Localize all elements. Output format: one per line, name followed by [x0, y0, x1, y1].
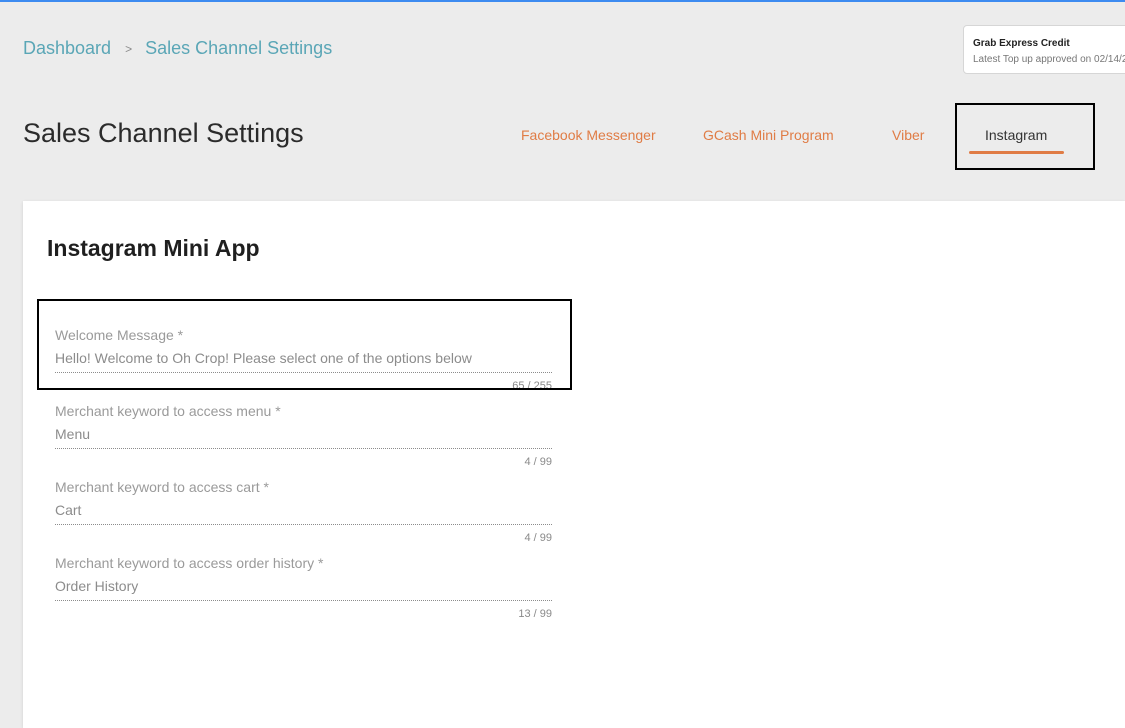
- welcome-message-highlight-box: [37, 299, 572, 390]
- tab-gcash-mini-program[interactable]: GCash Mini Program: [703, 127, 834, 143]
- order-history-keyword-label: Merchant keyword to access order history…: [55, 555, 324, 571]
- instagram-settings-card: Instagram Mini App Welcome Message * 65 …: [23, 201, 1125, 728]
- breadcrumb-dashboard-link[interactable]: Dashboard: [23, 38, 111, 59]
- menu-keyword-input[interactable]: [55, 425, 552, 443]
- card-title: Instagram Mini App: [47, 235, 260, 261]
- breadcrumb-current-link[interactable]: Sales Channel Settings: [145, 38, 332, 59]
- order-history-keyword-input[interactable]: [55, 577, 552, 595]
- menu-keyword-field: Merchant keyword to access menu * 4 / 99: [55, 403, 552, 468]
- toast-message: Latest Top up approved on 02/14/2: [973, 54, 1125, 65]
- tab-viber[interactable]: Viber: [892, 127, 924, 143]
- order-history-keyword-counter: 13 / 99: [518, 608, 552, 620]
- cart-keyword-input[interactable]: [55, 501, 552, 519]
- notification-toast[interactable]: Grab Express Credit Latest Top up approv…: [963, 25, 1125, 74]
- cart-keyword-label: Merchant keyword to access cart *: [55, 479, 269, 495]
- tab-highlight-box: [955, 103, 1095, 170]
- menu-keyword-underline: [55, 448, 552, 449]
- order-history-keyword-field: Merchant keyword to access order history…: [55, 555, 552, 620]
- menu-keyword-label: Merchant keyword to access menu *: [55, 403, 281, 419]
- toast-title: Grab Express Credit: [973, 38, 1070, 49]
- menu-keyword-counter: 4 / 99: [524, 456, 552, 468]
- cart-keyword-field: Merchant keyword to access cart * 4 / 99: [55, 479, 552, 544]
- breadcrumb-separator: >: [125, 41, 133, 56]
- tab-facebook-messenger[interactable]: Facebook Messenger: [521, 127, 656, 143]
- cart-keyword-underline: [55, 524, 552, 525]
- order-history-keyword-underline: [55, 600, 552, 601]
- top-accent-bar: [0, 0, 1125, 2]
- cart-keyword-counter: 4 / 99: [524, 532, 552, 544]
- page-title: Sales Channel Settings: [23, 118, 304, 148]
- breadcrumb: Dashboard > Sales Channel Settings: [23, 38, 332, 59]
